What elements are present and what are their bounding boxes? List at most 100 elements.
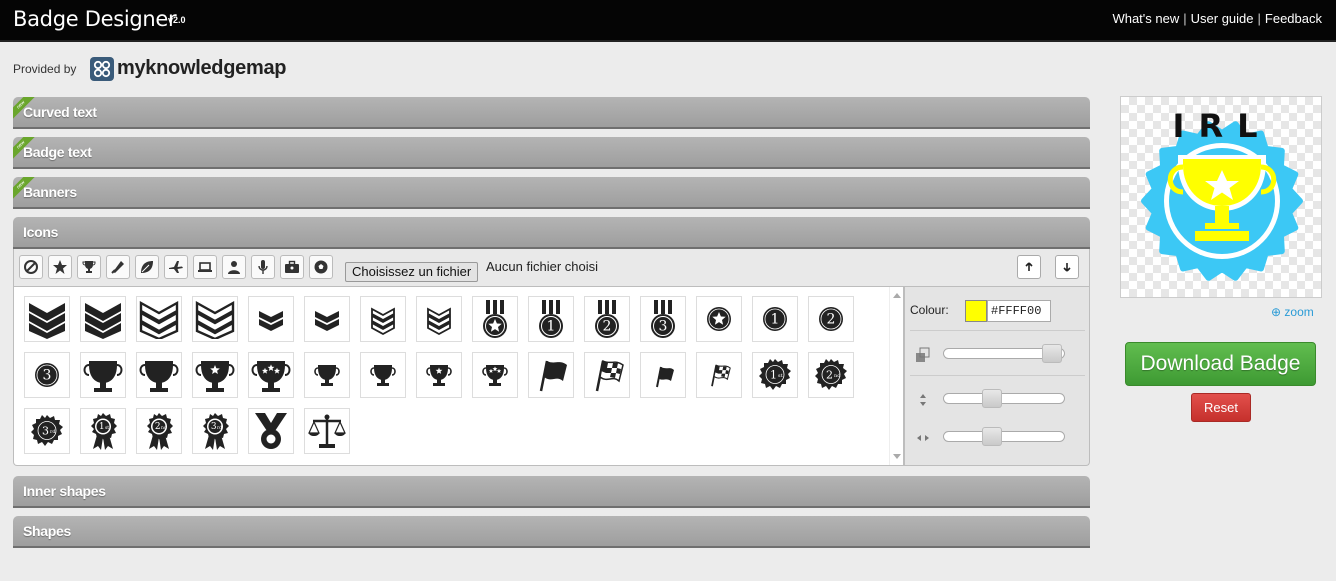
vertical-slider-thumb[interactable]	[982, 389, 1002, 408]
icon-option-trophy-star[interactable]	[192, 352, 238, 398]
bring-forward-button[interactable]	[1017, 255, 1041, 279]
icon-option-medal-ring[interactable]	[248, 408, 294, 454]
category-none-button[interactable]	[19, 255, 43, 279]
icon-option-flag-large[interactable]	[528, 352, 574, 398]
colour-label: Colour:	[910, 303, 949, 317]
category-plane-button[interactable]	[164, 255, 188, 279]
opacity-slider[interactable]	[943, 344, 1065, 363]
svg-text:st: st	[105, 425, 109, 431]
category-trophy-button[interactable]	[77, 255, 101, 279]
icon-option-chevron-2-small-b[interactable]	[304, 296, 350, 342]
icon-option-seal-3rd[interactable]: 3rd	[24, 408, 70, 454]
nav-separator: |	[1183, 11, 1187, 26]
icon-option-chevron-3-large-b[interactable]	[80, 296, 126, 342]
icon-option-flag-checkered-small[interactable]	[696, 352, 742, 398]
zoom-label: zoom	[1284, 305, 1314, 319]
icon-grid: 1 2 3 1 2 3 1st 2nd 3rd 1st 2nd 3rd	[13, 287, 904, 466]
icon-option-chevron-3-outline-b[interactable]	[192, 296, 238, 342]
category-ribbon-button[interactable]	[106, 255, 130, 279]
icon-properties: Colour: #FFFF00	[904, 287, 1090, 466]
icon-option-trophy-stars[interactable]	[248, 352, 294, 398]
icon-option-chevron-2-small[interactable]	[248, 296, 294, 342]
scroll-up-icon[interactable]	[893, 293, 901, 298]
icon-option-rosette-3rd[interactable]: 3rd	[192, 408, 238, 454]
panel-badge-text[interactable]: new Badge text	[13, 137, 1090, 169]
medal-ring-icon	[255, 413, 287, 449]
icon-option-trophy-large-b[interactable]	[136, 352, 182, 398]
category-person-button[interactable]	[222, 255, 246, 279]
panel-shapes[interactable]: Shapes	[13, 516, 1090, 548]
horizontal-position-slider[interactable]	[943, 427, 1065, 446]
icon-option-medal-star[interactable]	[472, 296, 518, 342]
icon-option-circle-3[interactable]: 3	[24, 352, 70, 398]
trophy-icon	[82, 261, 96, 273]
icon-option-trophy-small-star[interactable]	[416, 352, 462, 398]
panel-icons[interactable]: Icons	[13, 217, 1090, 249]
app-version: v2.0	[168, 15, 186, 25]
chevron-2-small-icon	[259, 311, 283, 331]
icon-option-chevron-3-outline[interactable]	[136, 296, 182, 342]
icon-option-flag-small[interactable]	[640, 352, 686, 398]
icon-option-rosette-2nd[interactable]: 2nd	[136, 408, 182, 454]
icon-option-trophy-small-stars[interactable]	[472, 352, 518, 398]
panel-banners[interactable]: new Banners	[13, 177, 1090, 209]
icon-option-medal-2[interactable]: 2	[584, 296, 630, 342]
icon-option-flag-checkered-large[interactable]	[584, 352, 630, 398]
icon-option-rosette-1st[interactable]: 1st	[80, 408, 126, 454]
arrow-up-icon	[1025, 262, 1033, 271]
icon-option-seal-2nd[interactable]: 2nd	[808, 352, 854, 398]
icon-option-chevron-3-small-b[interactable]	[416, 296, 462, 342]
icon-option-medal-1[interactable]: 1	[528, 296, 574, 342]
trophy-large-icon	[83, 361, 123, 392]
icon-option-circle-2[interactable]: 2	[808, 296, 854, 342]
trophy-small-icon	[314, 365, 340, 386]
opacity-slider-thumb[interactable]	[1042, 344, 1062, 363]
icon-option-seal-1st[interactable]: 1st	[752, 352, 798, 398]
category-microphone-button[interactable]	[251, 255, 275, 279]
category-laptop-button[interactable]	[193, 255, 217, 279]
icon-option-scales[interactable]	[304, 408, 350, 454]
icon-option-circle-1[interactable]: 1	[752, 296, 798, 342]
icon-option-chevron-3-small[interactable]	[360, 296, 406, 342]
category-star-button[interactable]	[48, 255, 72, 279]
zoom-link[interactable]: ⊕ zoom	[1271, 305, 1314, 319]
user-guide-link[interactable]: User guide	[1191, 11, 1254, 26]
chevron-3-small-b-icon	[427, 307, 451, 336]
myknowledgemap-logo-icon[interactable]	[90, 57, 114, 81]
category-briefcase-button[interactable]	[280, 255, 304, 279]
colour-hex-input[interactable]: #FFFF00	[987, 300, 1051, 322]
icon-option-medal-3[interactable]: 3	[640, 296, 686, 342]
panel-inner-shapes[interactable]: Inner shapes	[13, 476, 1090, 508]
icon-option-trophy-large[interactable]	[80, 352, 126, 398]
rosette-3rd-icon: 3rd	[203, 413, 229, 450]
icon-option-trophy-small-b[interactable]	[360, 352, 406, 398]
category-leaf-button[interactable]	[135, 255, 159, 279]
scroll-down-icon[interactable]	[893, 454, 901, 459]
svg-text:1: 1	[770, 369, 777, 382]
feedback-link[interactable]: Feedback	[1265, 11, 1322, 26]
svg-text:3: 3	[43, 368, 52, 384]
top-nav: What's new | User guide | Feedback	[1112, 11, 1322, 26]
svg-text:nd: nd	[834, 373, 841, 379]
download-badge-button[interactable]: Download Badge	[1125, 342, 1316, 386]
whats-new-link[interactable]: What's new	[1112, 11, 1179, 26]
medal-1-icon: 1	[539, 300, 563, 338]
vertical-position-slider[interactable]	[943, 389, 1065, 408]
icon-option-chevron-3-large[interactable]	[24, 296, 70, 342]
category-ball-button[interactable]	[309, 255, 333, 279]
leaf-icon	[141, 261, 153, 273]
colour-swatch[interactable]	[965, 300, 987, 322]
panel-curved-text[interactable]: new Curved text	[13, 97, 1090, 129]
icon-option-circle-star[interactable]	[696, 296, 742, 342]
send-backward-button[interactable]	[1055, 255, 1079, 279]
panel-label: Shapes	[23, 523, 71, 539]
horizontal-slider-thumb[interactable]	[982, 427, 1002, 446]
grid-scrollbar[interactable]	[889, 287, 903, 465]
icon-option-trophy-small[interactable]	[304, 352, 350, 398]
circle-star-icon	[707, 307, 731, 331]
choose-file-button[interactable]: Choisissez un fichier	[345, 262, 479, 282]
reset-button[interactable]: Reset	[1191, 393, 1251, 422]
provider-name[interactable]: myknowledgemap	[117, 57, 286, 80]
trophy-star-icon	[195, 361, 235, 392]
top-bar: Badge Designer v2.0 What's new | User guid…	[0, 0, 1336, 42]
